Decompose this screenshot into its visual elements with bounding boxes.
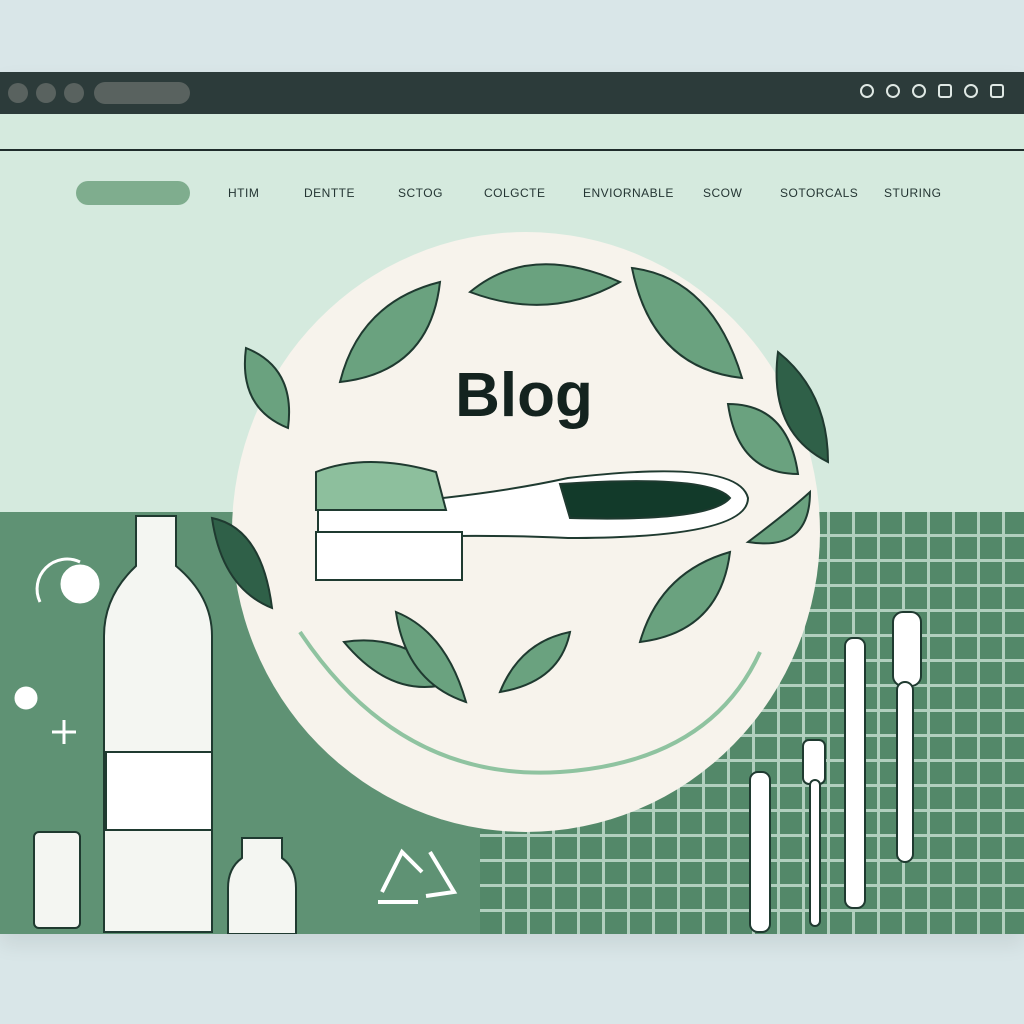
recycle-icon xyxy=(378,848,458,904)
leaf-wreath xyxy=(210,263,830,904)
toothbrush-hero xyxy=(315,461,750,581)
browser-window: HTIM DENTTE SCTOG COLGCTE ENVIORNABLE SC… xyxy=(0,72,1024,934)
hero-title: Blog xyxy=(455,361,593,430)
